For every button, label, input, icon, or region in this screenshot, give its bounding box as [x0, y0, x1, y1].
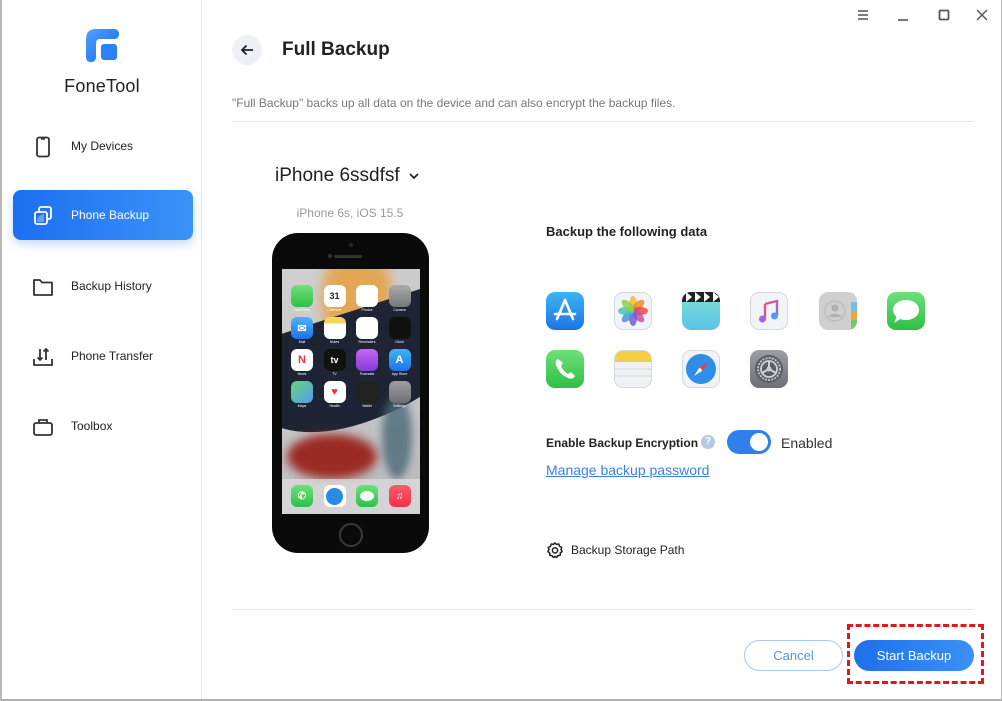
sidebar-item-label: Phone Transfer: [71, 349, 154, 363]
contacts-icon[interactable]: [819, 292, 857, 330]
safari-icon[interactable]: [682, 350, 720, 388]
sidebar-item-label: My Devices: [71, 139, 134, 153]
home-app-label: Camera: [393, 308, 406, 312]
sidebar-item-label: Backup History: [71, 279, 152, 293]
backup-storage-path-button[interactable]: Backup Storage Path: [546, 541, 684, 559]
home-app-camera-icon: Camera: [388, 285, 411, 312]
app-brand-name: FoneTool: [64, 76, 140, 96]
home-app-label: Mail: [298, 340, 306, 344]
home-app-podcasts-icon: Podcasts: [356, 349, 378, 376]
chevron-down-icon: [409, 173, 419, 180]
start-backup-button[interactable]: Start Backup: [854, 640, 974, 671]
device-name: iPhone 6ssdfsf: [275, 165, 400, 186]
minimize-button[interactable]: [893, 5, 913, 25]
home-app-label: Health: [329, 404, 340, 408]
app-store-icon[interactable]: [546, 292, 584, 330]
home-button: [339, 523, 363, 547]
page-title: Full Backup: [282, 39, 390, 60]
cancel-button[interactable]: Cancel: [744, 640, 843, 671]
phone-illustration: FaceTime 31 Calendar Photos Camera ✉ Mail Notes…: [272, 233, 429, 553]
home-app-label: Notes: [329, 340, 340, 344]
home-app-maps-icon: Maps: [291, 381, 313, 408]
sidebar-item-phone-backup[interactable]: Phone Backup: [13, 190, 193, 240]
videos-icon[interactable]: [682, 292, 720, 330]
home-app-label: Maps: [297, 404, 307, 408]
close-icon: [976, 9, 988, 21]
home-app-label: Podcasts: [359, 372, 375, 376]
home-app-label: Settings: [393, 404, 406, 408]
menu-button[interactable]: [853, 5, 873, 25]
home-app-label: Reminders: [358, 340, 376, 344]
home-app-label: Wallet: [362, 404, 372, 408]
home-app-label: Clock: [395, 340, 404, 344]
encryption-state: Enabled: [781, 435, 833, 451]
notes-icon[interactable]: [614, 350, 652, 388]
home-app-tv-icon: tv TV: [323, 349, 346, 376]
messages-icon[interactable]: [887, 292, 925, 330]
home-app-photos-icon: Photos: [356, 285, 378, 312]
settings-icon[interactable]: [750, 350, 788, 388]
dock-safari-icon: [323, 485, 346, 507]
sidebar: FoneTool My Devices Phone Backup Backup …: [2, 0, 202, 699]
home-app-settings-icon: Settings: [388, 381, 411, 408]
call-history-icon[interactable]: [546, 350, 584, 388]
home-app-label: FaceTime: [294, 308, 310, 312]
home-app-clock-icon: Clock: [388, 317, 411, 344]
home-app-label: App Store: [391, 372, 408, 376]
phone-home-screen: FaceTime 31 Calendar Photos Camera ✉ Mail Notes…: [282, 269, 420, 514]
divider: [232, 121, 974, 122]
manage-password-link[interactable]: Manage backup password: [546, 462, 709, 478]
sidebar-item-toolbox[interactable]: Toolbox: [13, 401, 193, 451]
home-app-wallet-icon: Wallet: [356, 381, 378, 408]
divider: [232, 609, 974, 610]
gear-icon: [547, 542, 563, 559]
home-app-notes-icon: Notes: [323, 317, 346, 344]
home-app-calendar-icon: 31 Calendar: [323, 285, 346, 312]
arrow-left-icon: [240, 44, 253, 56]
device-selector[interactable]: iPhone 6ssdfsf: [275, 165, 420, 187]
back-button[interactable]: [232, 35, 262, 65]
close-button[interactable]: [972, 5, 992, 25]
page-description: "Full Backup" backs up all data on the d…: [232, 96, 676, 110]
home-app-news-icon: N News: [291, 349, 313, 376]
sidebar-item-backup-history[interactable]: Backup History: [13, 261, 193, 311]
device-model-info: iPhone 6s, iOS 15.5: [296, 206, 404, 220]
music-icon[interactable]: [750, 292, 788, 330]
dock-messages-icon: [356, 485, 378, 507]
encryption-label: Enable Backup Encryption: [546, 436, 699, 450]
folder-icon: [33, 279, 53, 296]
sidebar-item-my-devices[interactable]: My Devices: [13, 121, 193, 171]
help-icon[interactable]: ?: [701, 435, 715, 449]
home-app-app-store-icon: A App Store: [388, 349, 411, 376]
photos-icon[interactable]: [614, 292, 652, 330]
minimize-icon: [898, 19, 908, 21]
home-app-health-icon: ♥ Health: [323, 381, 346, 408]
backup-copy-icon: [34, 206, 52, 225]
toolbox-icon: [33, 419, 53, 436]
dock-phone-icon: ✆: [291, 485, 313, 507]
app-window: FoneTool My Devices Phone Backup Backup …: [0, 0, 1002, 701]
dock-music-icon: ♫: [388, 485, 411, 507]
backup-data-title: Backup the following data: [546, 224, 708, 239]
home-app-label: TV: [332, 372, 337, 376]
sidebar-item-label: Toolbox: [71, 419, 113, 433]
fonetool-logo-icon: [86, 29, 119, 62]
home-app-mail-icon: ✉ Mail: [291, 317, 313, 344]
home-app-reminders-icon: Reminders: [356, 317, 378, 344]
home-app-label: Photos: [361, 308, 373, 312]
sidebar-item-label: Phone Backup: [71, 208, 150, 222]
sidebar-item-phone-transfer[interactable]: Phone Transfer: [13, 331, 193, 381]
maximize-icon: [938, 9, 950, 21]
home-app-label: Calendar: [327, 308, 342, 312]
home-app-label: News: [297, 372, 307, 376]
hamburger-icon: [858, 10, 868, 20]
storage-path-label: Backup Storage Path: [571, 543, 685, 557]
transfer-icon: [33, 347, 53, 366]
phone-dock: ✆ ♫: [282, 479, 420, 514]
maximize-button[interactable]: [934, 5, 954, 25]
encryption-toggle[interactable]: [727, 430, 771, 454]
home-app-facetime-icon: FaceTime: [291, 285, 313, 312]
phone-icon: [36, 136, 50, 158]
